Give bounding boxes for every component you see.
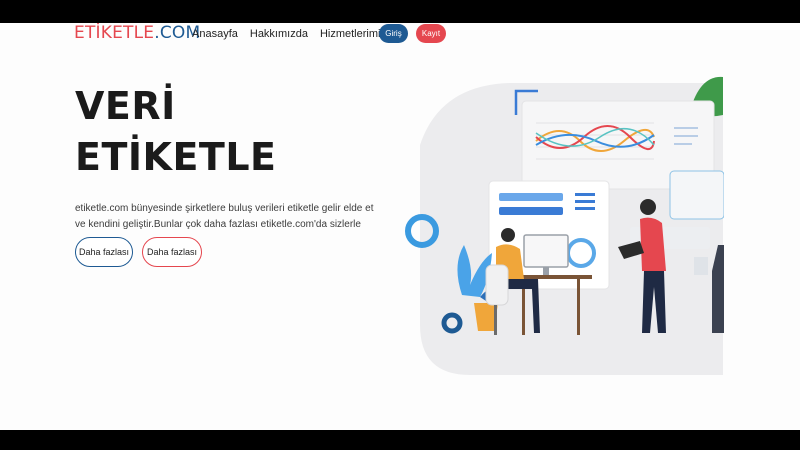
more-button-secondary[interactable]: Daha fazlası bbox=[142, 237, 202, 267]
monitor bbox=[523, 234, 569, 268]
nav-item-hizmetlerimiz[interactable]: Hizmetlerimiz bbox=[320, 27, 386, 41]
brand-logo[interactable]: ETİKETLE.COM bbox=[74, 23, 200, 43]
hero-illustration bbox=[405, 76, 724, 375]
more-button-primary[interactable]: Daha fazlası bbox=[75, 237, 133, 267]
desk bbox=[516, 275, 592, 279]
login-button[interactable]: Giriş bbox=[379, 24, 408, 43]
main-nav: Anasayfa Hakkımızda Hizmetlerimiz bbox=[192, 27, 386, 41]
side-card bbox=[669, 170, 724, 220]
page: ETİKETLE.COM Anasayfa Hakkımızda Hizmetl… bbox=[0, 23, 800, 430]
hero-description: etiketle.com bünyesinde şirketlere buluş… bbox=[75, 203, 374, 230]
nav-item-hakkimizda[interactable]: Hakkımızda bbox=[250, 27, 308, 41]
hero-title-line1: VERİ bbox=[75, 84, 176, 128]
brand-part1: ETİKETLE bbox=[74, 23, 155, 43]
hero-title-line2: ETİKETLE bbox=[75, 135, 277, 179]
hero-title: VERİ ETİKETLE bbox=[75, 81, 277, 183]
register-button[interactable]: Kayıt bbox=[416, 24, 446, 43]
nav-item-anasayfa[interactable]: Anasayfa bbox=[192, 27, 238, 41]
